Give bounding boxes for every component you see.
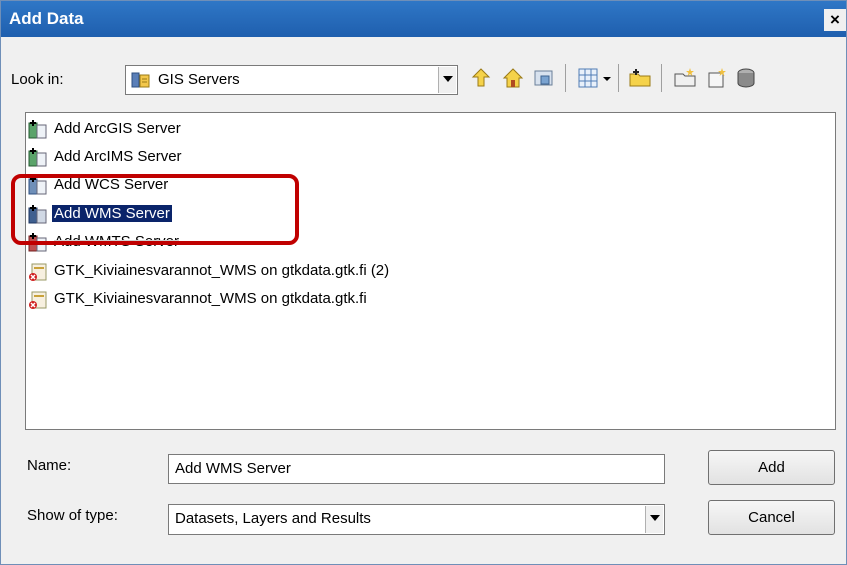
file-list[interactable]: Add ArcGIS Server Add ArcIMS Server Add … xyxy=(25,112,836,430)
list-item[interactable]: GTK_Kiviainesvarannot_WMS on gtkdata.gtk… xyxy=(28,288,788,312)
add-button[interactable]: Add xyxy=(708,450,835,485)
look-in-value: GIS Servers xyxy=(158,71,240,88)
broken-connection-icon xyxy=(29,263,47,281)
list-item-label: GTK_Kiviainesvarannot_WMS on gtkdata.gtk… xyxy=(54,262,390,279)
new-folder-icon[interactable] xyxy=(673,66,697,90)
name-input-value: Add WMS Server xyxy=(175,460,291,477)
name-label: Name: xyxy=(27,457,72,474)
toolbar-separator xyxy=(661,64,662,92)
add-server-icon xyxy=(28,148,47,167)
list-item[interactable]: Add ArcIMS Server xyxy=(28,146,788,170)
show-of-type-label: Show of type: xyxy=(27,507,118,524)
annotation-highlight-box xyxy=(11,174,299,245)
new-file-geodatabase-icon[interactable] xyxy=(705,66,729,90)
broken-connection-icon xyxy=(29,291,47,309)
name-input[interactable]: Add WMS Server xyxy=(168,454,665,484)
view-dropdown-icon[interactable] xyxy=(601,66,613,90)
chevron-down-icon[interactable] xyxy=(438,67,456,93)
view-menu-icon[interactable] xyxy=(576,66,600,90)
cancel-button[interactable]: Cancel xyxy=(708,500,835,535)
list-item-label: Add ArcGIS Server xyxy=(54,120,181,137)
toolbar-separator xyxy=(565,64,566,92)
toolbar-separator xyxy=(618,64,619,92)
up-one-level-icon[interactable] xyxy=(469,66,493,90)
connect-to-folder-icon[interactable] xyxy=(628,66,652,90)
go-to-default-folder-icon[interactable] xyxy=(532,66,556,90)
add-server-icon xyxy=(28,120,47,139)
add-data-dialog: Add Data × Look in: GIS Servers Add ArcG… xyxy=(0,0,847,565)
home-icon[interactable] xyxy=(501,66,525,90)
title-bar[interactable]: Add Data × xyxy=(1,1,846,37)
dialog-title: Add Data xyxy=(9,9,84,28)
show-of-type-dropdown[interactable]: Datasets, Layers and Results xyxy=(168,504,665,535)
close-button[interactable]: × xyxy=(824,9,846,31)
list-item[interactable]: Add ArcGIS Server xyxy=(28,118,788,142)
list-item-label: Add ArcIMS Server xyxy=(54,148,182,165)
new-personal-geodatabase-icon[interactable] xyxy=(734,66,758,90)
show-of-type-value: Datasets, Layers and Results xyxy=(175,510,371,527)
list-item[interactable]: GTK_Kiviainesvarannot_WMS on gtkdata.gtk… xyxy=(28,260,788,284)
chevron-down-icon[interactable] xyxy=(645,506,663,533)
gis-servers-icon xyxy=(131,72,150,88)
look-in-dropdown[interactable]: GIS Servers xyxy=(125,65,458,95)
look-in-label: Look in: xyxy=(11,71,64,88)
list-item-label: GTK_Kiviainesvarannot_WMS on gtkdata.gtk… xyxy=(54,290,367,307)
